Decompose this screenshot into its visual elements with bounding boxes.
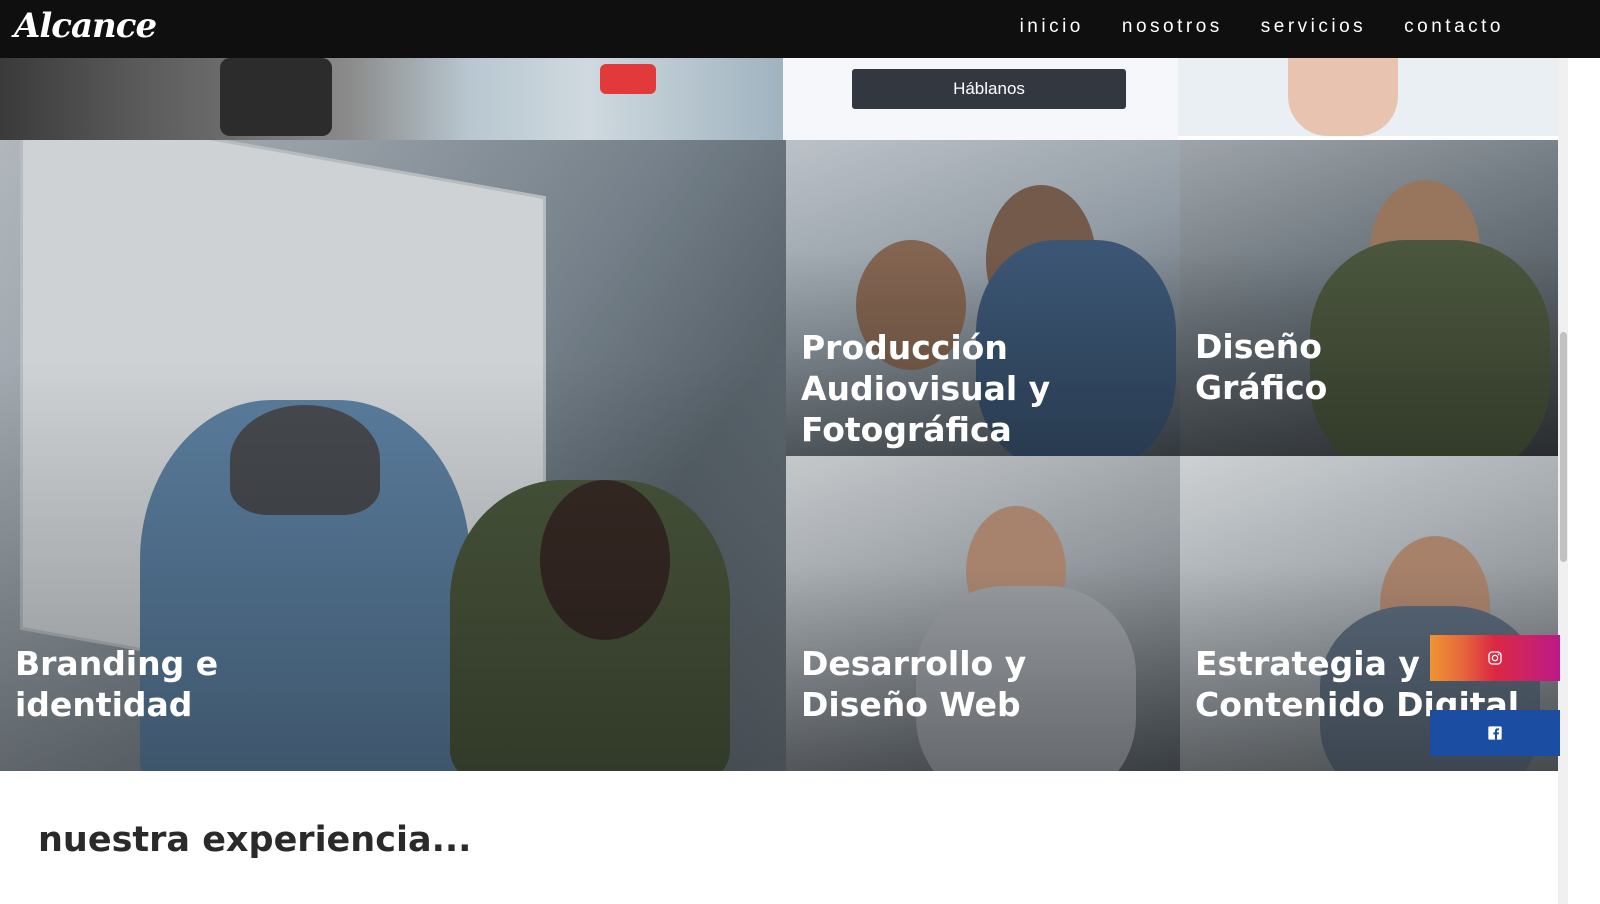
nav-item-contacto[interactable]: contacto bbox=[1404, 16, 1504, 38]
instagram-icon bbox=[1488, 651, 1502, 665]
section-title: nuestra experiencia... bbox=[38, 820, 472, 860]
bottle-shape bbox=[600, 64, 656, 94]
nav-links: inicio nosotros servicios contacto bbox=[1020, 16, 1504, 38]
service-tile-grafico[interactable]: Diseño Gráfico bbox=[1180, 140, 1558, 456]
camera-shape bbox=[220, 58, 332, 136]
scrollbar-thumb[interactable] bbox=[1560, 332, 1567, 562]
service-tile-web[interactable]: Desarrollo y Diseño Web bbox=[786, 456, 1180, 771]
hablanos-button[interactable]: Háblanos bbox=[852, 69, 1126, 109]
facebook-icon bbox=[1488, 726, 1502, 740]
service-title: Branding e identidad bbox=[15, 644, 219, 724]
service-title: Diseño Gráfico bbox=[1195, 327, 1328, 407]
logo[interactable]: Alcance bbox=[14, 6, 157, 46]
top-navbar: Alcance inicio nosotros servicios contac… bbox=[0, 0, 1600, 58]
hand-shape bbox=[1288, 58, 1398, 136]
service-title: Desarrollo y Diseño Web bbox=[801, 644, 1027, 724]
nav-item-servicios[interactable]: servicios bbox=[1261, 16, 1366, 38]
nav-item-nosotros[interactable]: nosotros bbox=[1122, 16, 1223, 38]
nav-item-inicio[interactable]: inicio bbox=[1020, 16, 1084, 38]
facebook-button[interactable] bbox=[1430, 710, 1560, 756]
service-tile-branding[interactable]: Branding e identidad bbox=[0, 140, 786, 771]
service-tile-audiovisual[interactable]: Producción Audiovisual y Fotográfica bbox=[786, 140, 1180, 456]
hero-photo-left bbox=[0, 58, 783, 140]
service-title: Producción Audiovisual y Fotográfica bbox=[801, 328, 1051, 449]
hero-photo-right bbox=[1178, 58, 1558, 136]
instagram-button[interactable] bbox=[1430, 635, 1560, 681]
